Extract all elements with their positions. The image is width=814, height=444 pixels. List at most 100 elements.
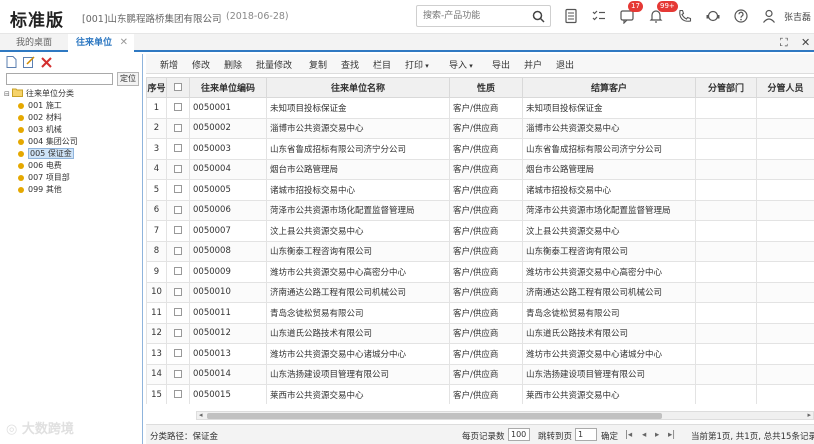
exit-button[interactable]: 退出 — [556, 58, 574, 71]
find-button[interactable]: 查找 — [341, 58, 359, 71]
tree-item-099[interactable]: 099 其他 — [4, 184, 142, 196]
new-category-icon[interactable] — [6, 56, 17, 71]
row-checkbox[interactable] — [174, 185, 182, 194]
tree-item-006[interactable]: 006 电费 — [4, 160, 142, 172]
scroll-left-icon[interactable]: ◂ — [199, 411, 203, 419]
task-list-icon[interactable] — [591, 8, 607, 24]
help-icon[interactable] — [733, 8, 749, 24]
notifications-button[interactable]: 99+ — [648, 1, 678, 24]
add-button[interactable]: 新增 — [160, 58, 178, 71]
category-search-input[interactable] — [6, 73, 113, 85]
col-header-staff[interactable]: 分管人员 — [756, 77, 814, 98]
row-select-cell — [166, 384, 190, 404]
col-header-name[interactable]: 往来单位名称 — [266, 77, 450, 98]
tree-root[interactable]: ⊟ 往来单位分类 — [4, 88, 142, 100]
row-checkbox[interactable] — [174, 369, 182, 378]
select-all-checkbox[interactable] — [174, 83, 182, 91]
table-row[interactable]: 5 0050005 诸城市招投标交易中心 客户/供应商 诸城市招投标交易中心 — [146, 179, 814, 201]
jump-page-input[interactable]: 1 — [575, 428, 597, 441]
scroll-right-icon[interactable]: ▸ — [807, 411, 811, 419]
col-header-type[interactable]: 性质 — [449, 77, 523, 98]
company-name[interactable]: [001]山东鹏程路桥集团有限公司 — [82, 11, 222, 25]
service-icon[interactable] — [705, 8, 721, 24]
edit-category-icon[interactable] — [22, 56, 35, 71]
table-row[interactable]: 9 0050009 潍坊市公共资源交易中心高密分中心 客户/供应商 潍坊市公共资源交易中… — [146, 261, 814, 283]
table-row[interactable]: 1 0050001 未知项目投标保证金 客户/供应商 未知项目投标保证金 — [146, 97, 814, 119]
print-button[interactable]: 打印 ▾ — [405, 58, 429, 71]
close-tab-icon[interactable]: ✕ — [120, 34, 128, 52]
unit-name-cell: 潍坊市公共资源交易中心诸城分中心 — [266, 343, 450, 365]
locate-button[interactable]: 定位 — [117, 72, 139, 86]
tree-item-001[interactable]: 001 施工 — [4, 100, 142, 112]
page-size-input[interactable]: 100 — [508, 428, 530, 441]
next-page-icon[interactable]: ▸ — [655, 430, 659, 440]
delete-button[interactable]: 删除 — [224, 58, 242, 71]
tree-item-007[interactable]: 007 项目部 — [4, 172, 142, 184]
first-page-icon[interactable]: |◂ — [625, 430, 632, 440]
tree-item-004[interactable]: 004 集团公司 — [4, 136, 142, 148]
scrollbar-thumb[interactable] — [207, 413, 662, 419]
col-header-select-all[interactable] — [166, 77, 190, 98]
messages-button[interactable]: 17 — [619, 1, 643, 25]
collapse-icon[interactable]: ⊟ — [4, 90, 10, 98]
row-checkbox[interactable] — [174, 246, 182, 255]
row-checkbox[interactable] — [174, 267, 182, 276]
table-row[interactable]: 7 0050007 汶上县公共资源交易中心 客户/供应商 汶上县公共资源交易中心 — [146, 220, 814, 242]
confirm-button[interactable]: 确定 — [601, 430, 618, 442]
merge-button[interactable]: 并户 — [524, 58, 542, 71]
columns-button[interactable]: 栏目 — [373, 58, 391, 71]
row-checkbox[interactable] — [174, 328, 182, 337]
tree-item-002[interactable]: 002 材料 — [4, 112, 142, 124]
tab-contact-units[interactable]: 往来单位 ✕ — [68, 34, 134, 52]
fullscreen-icon[interactable]: ⛶ — [780, 36, 788, 50]
row-checkbox[interactable] — [174, 390, 182, 399]
row-checkbox[interactable] — [174, 287, 182, 296]
batch-edit-button[interactable]: 批量修改 — [256, 58, 292, 71]
row-select-cell — [166, 199, 190, 221]
col-header-department[interactable]: 分管部门 — [695, 77, 757, 98]
user-icon[interactable] — [761, 8, 777, 24]
col-header-index[interactable]: 序号 — [146, 77, 167, 98]
table-row[interactable]: 14 0050014 山东浩扬建设项目管理有限公司 客户/供应商 山东浩扬建设项目管理有… — [146, 363, 814, 385]
edit-button[interactable]: 修改 — [192, 58, 210, 71]
tree-item-003[interactable]: 003 机械 — [4, 124, 142, 136]
table-row[interactable]: 4 0050004 烟台市公路管理局 客户/供应商 烟台市公路管理局 — [146, 158, 814, 180]
row-checkbox[interactable] — [174, 205, 182, 214]
department-cell — [695, 384, 757, 404]
username[interactable]: 张吉磊 — [784, 10, 811, 23]
col-header-settlement-customer[interactable]: 结算客户 — [522, 77, 696, 98]
close-icon[interactable]: ✕ — [801, 36, 810, 49]
row-checkbox[interactable] — [174, 164, 182, 173]
table-row[interactable]: 15 0050015 莱西市公共资源交易中心 客户/供应商 莱西市公共资源交易中心 — [146, 384, 814, 404]
import-button[interactable]: 导入 ▾ — [449, 58, 473, 71]
unit-name-cell: 淄博市公共资源交易中心 — [266, 117, 450, 139]
table-row[interactable]: 10 0050010 济南通达公路工程有限公司机械公司 客户/供应商 济南通达公路工程有… — [146, 281, 814, 303]
table-row[interactable]: 6 0050006 菏泽市公共资源市场化配置监督管理局 客户/供应商 菏泽市公共资源市场… — [146, 199, 814, 221]
last-page-icon[interactable]: ▸| — [668, 430, 675, 440]
table-row[interactable]: 11 0050011 青岛念徒松贸易有限公司 客户/供应商 青岛念徒松贸易有限公司 — [146, 302, 814, 324]
phone-icon[interactable] — [677, 8, 693, 24]
col-header-code[interactable]: 往来单位编码 — [189, 77, 267, 98]
search-input[interactable] — [417, 6, 527, 26]
delete-category-icon[interactable] — [41, 57, 52, 71]
row-checkbox[interactable] — [174, 103, 182, 112]
prev-page-icon[interactable]: ◂ — [642, 430, 646, 440]
table-row[interactable]: 12 0050012 山东道氏公路技术有限公司 客户/供应商 山东道氏公路技术有限公司 — [146, 322, 814, 344]
chevron-down-icon: ▾ — [423, 62, 429, 70]
row-checkbox[interactable] — [174, 123, 182, 132]
table-row[interactable]: 8 0050008 山东衡泰工程咨询有限公司 客户/供应商 山东衡泰工程咨询有限公司 — [146, 240, 814, 262]
row-checkbox[interactable] — [174, 226, 182, 235]
table-row[interactable]: 3 0050003 山东省鲁成招标有限公司济宁分公司 客户/供应商 山东省鲁成招标有限公… — [146, 138, 814, 160]
tree-item-005-selected[interactable]: 005 保证金 — [4, 148, 142, 160]
calculator-icon[interactable] — [563, 8, 579, 24]
tab-desktop[interactable]: 我的桌面 — [16, 34, 52, 52]
search-icon[interactable] — [532, 10, 545, 23]
table-row[interactable]: 2 0050002 淄博市公共资源交易中心 客户/供应商 淄博市公共资源交易中心 — [146, 117, 814, 139]
horizontal-scrollbar[interactable]: ◂ ▸ — [196, 411, 814, 420]
row-checkbox[interactable] — [174, 308, 182, 317]
row-checkbox[interactable] — [174, 144, 182, 153]
table-row[interactable]: 13 0050013 潍坊市公共资源交易中心诸城分中心 客户/供应商 潍坊市公共资源交易… — [146, 343, 814, 365]
row-checkbox[interactable] — [174, 349, 182, 358]
copy-button[interactable]: 复制 — [309, 58, 327, 71]
export-button[interactable]: 导出 — [492, 58, 510, 71]
